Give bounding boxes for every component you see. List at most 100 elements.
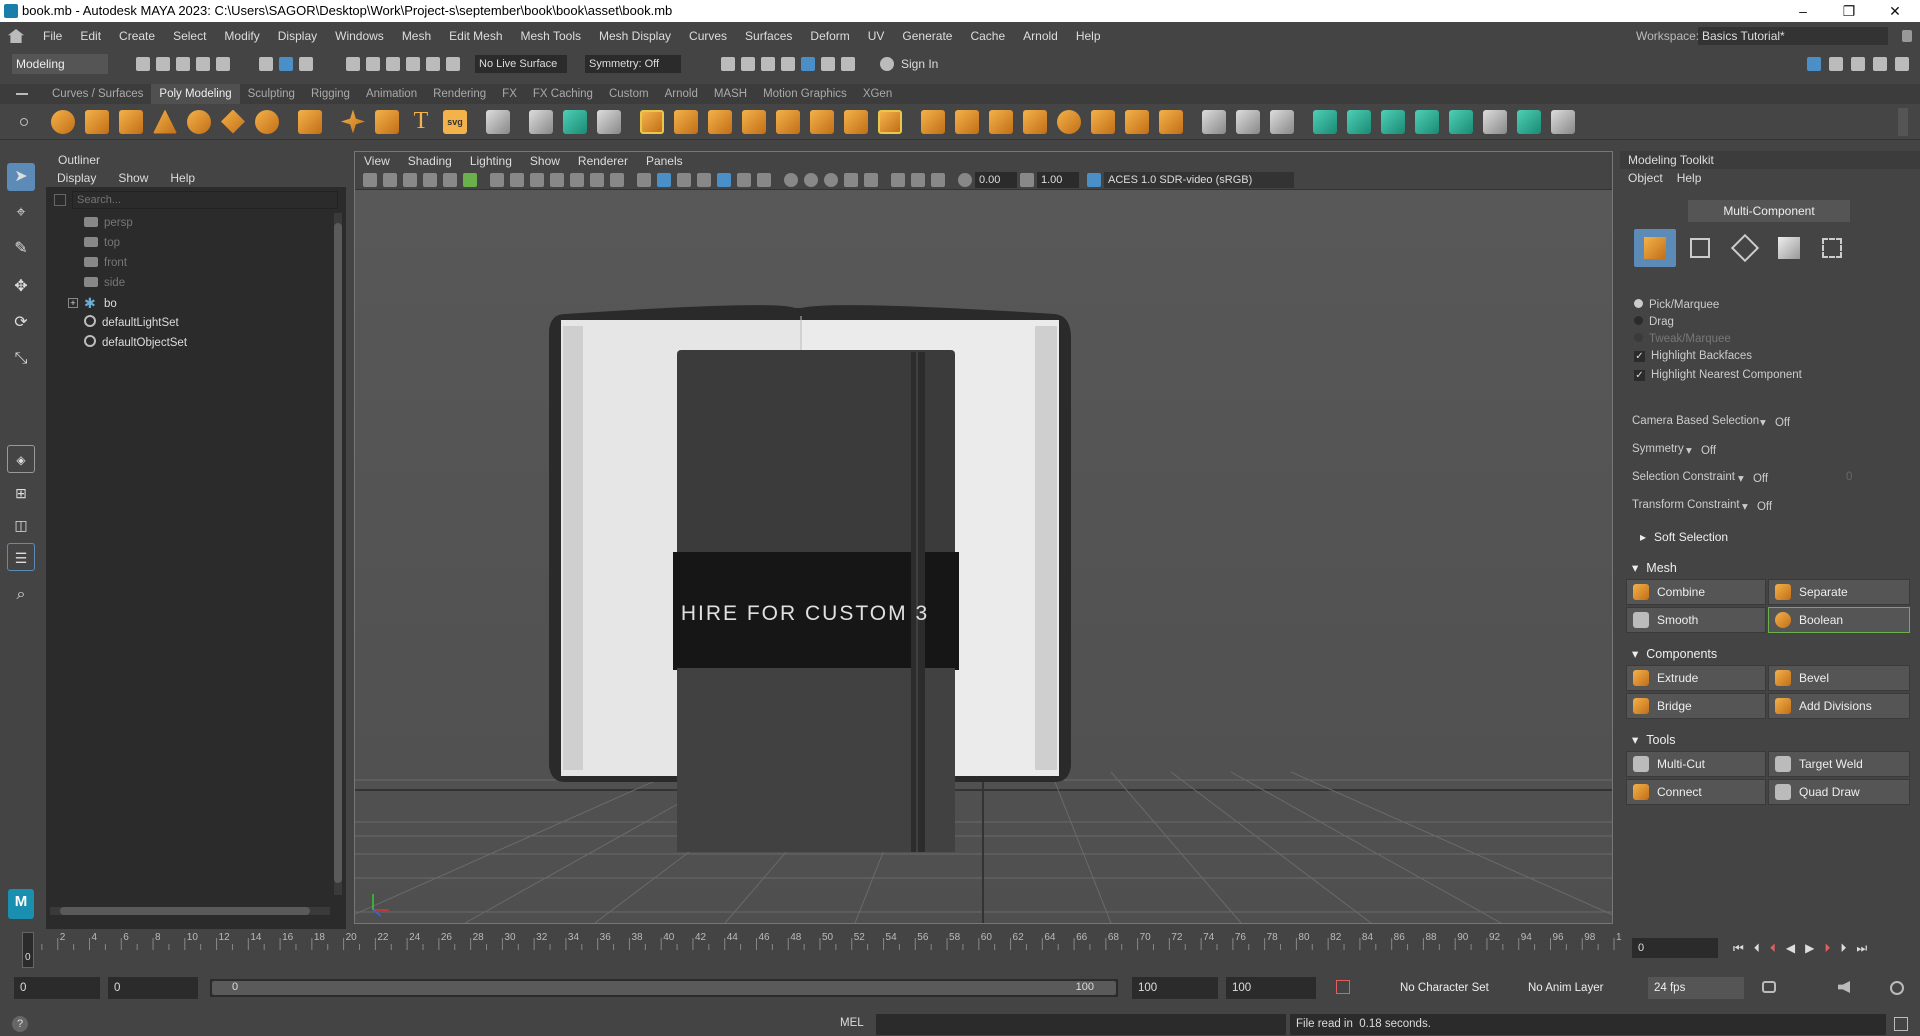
scale-tool-icon[interactable]: ⤡ [7,345,35,373]
isolate-select-icon[interactable] [864,172,878,187]
poly-cone-icon[interactable] [153,109,177,134]
menu-mesh-display[interactable]: Mesh Display [590,22,680,50]
two-view-layout-icon[interactable]: ◫ [7,511,35,539]
anim-layer-dropdown[interactable]: No Anim Layer [1522,977,1638,999]
snap-view-icon[interactable] [406,57,420,71]
poly-svg-icon[interactable]: svg [443,109,467,134]
soft-selection-section[interactable]: ▸ Soft Selection [1640,530,1728,544]
outliner-horizontal-scrollbar[interactable] [50,907,330,915]
uv-editor-icon[interactable] [486,109,510,134]
shelf-settings-icon[interactable] [20,117,28,126]
step-back-frame-icon[interactable]: ⏴ [1770,941,1776,956]
character-set-dropdown[interactable]: No Character Set [1394,977,1514,999]
fill-hole-icon[interactable] [921,109,945,134]
bevel-icon[interactable] [844,109,868,134]
extrude-button[interactable]: Extrude [1626,665,1766,691]
play-backwards-icon[interactable]: ◀ [1786,941,1795,955]
select-hierarchy-icon[interactable] [259,57,273,71]
tab-sculpting[interactable]: Sculpting [240,84,303,104]
filter-icon[interactable] [54,194,66,206]
close-button[interactable]: ✕ [1872,0,1918,22]
outliner-item-top[interactable]: top [46,233,332,253]
camera-based-selection-dropdown[interactable]: ▾ Off [1760,415,1910,429]
selection-constraint-value[interactable]: 0 [1846,471,1852,483]
outliner-layout-icon[interactable]: ☰ [7,543,35,571]
append-polygon-icon[interactable] [955,109,979,134]
new-scene-icon[interactable] [136,57,150,71]
bevel-button[interactable]: Bevel [1768,665,1910,691]
tab-mash[interactable]: MASH [706,84,755,104]
viewport-menu-lighting[interactable]: Lighting [461,152,521,170]
live-surface-field[interactable]: No Live Surface [475,55,567,73]
workspace-dropdown[interactable]: Basics Tutorial* [1698,27,1888,45]
unfold-icon[interactable] [1449,109,1473,134]
bridge-edge-icon[interactable] [989,109,1013,134]
poly-plane-icon[interactable] [221,109,245,134]
auto-key-icon[interactable] [1336,980,1350,994]
add-divisions-icon[interactable] [1091,109,1115,134]
menu-display[interactable]: Display [269,22,326,50]
face-mode-icon[interactable] [1778,237,1800,259]
menu-cache[interactable]: Cache [961,22,1014,50]
poly-disc-icon[interactable] [255,109,279,134]
bookmarks-icon[interactable] [403,172,417,187]
time-slider-ruler[interactable]: 0246810121416182022242628303234363840424… [22,930,1622,970]
viewport-menu-view[interactable]: View [355,152,399,170]
color-space-dropdown[interactable]: ACES 1.0 SDR-video (sRGB) [1104,171,1294,188]
film-gate-icon[interactable] [510,172,524,187]
separate-icon[interactable] [742,109,766,134]
viewport-menu-show[interactable]: Show [521,152,569,170]
viewport-menu-panels[interactable]: Panels [637,152,692,170]
menu-windows[interactable]: Windows [326,22,393,50]
boolean-button[interactable]: Boolean [1768,607,1910,633]
home-icon[interactable] [8,29,24,43]
selection-constraint-dropdown[interactable]: ▾ Off [1738,471,1768,485]
cylindrical-mapping-icon[interactable] [1381,109,1405,134]
snap-point-icon[interactable] [386,57,400,71]
target-weld-button[interactable]: Target Weld [1768,751,1910,777]
insert-edge-loop-icon[interactable] [1236,109,1260,134]
highlight-nearest-checkbox[interactable]: ✓ Highlight Nearest Component [1634,369,1802,381]
sew-uv-icon[interactable] [1551,109,1575,134]
sound-icon[interactable] [1838,981,1850,993]
menu-mesh-tools[interactable]: Mesh Tools [512,22,590,50]
render-settings-icon[interactable] [781,57,795,71]
select-object-icon[interactable] [279,57,293,71]
tab-rendering[interactable]: Rendering [425,84,494,104]
playback-start-field[interactable]: 0 [108,977,198,999]
undo-icon[interactable] [196,57,210,71]
wedge-face-icon[interactable] [1057,109,1081,134]
snap-grid-icon[interactable] [346,57,360,71]
connect-button[interactable]: Connect [1626,779,1766,805]
shadows-icon[interactable] [757,172,771,187]
tab-animation[interactable]: Animation [358,84,425,104]
outliner-search-input[interactable] [72,191,338,209]
wireframe-on-shaded-icon[interactable] [677,172,691,187]
tab-fx[interactable]: FX [494,84,525,104]
quad-draw-button[interactable]: Quad Draw [1768,779,1910,805]
current-frame-field[interactable] [1632,938,1718,958]
menu-arnold[interactable]: Arnold [1014,22,1067,50]
planar-mapping-icon[interactable] [1313,109,1337,134]
modeling-toolkit-icon[interactable] [1895,57,1909,71]
poke-face-icon[interactable] [1023,109,1047,134]
help-icon[interactable]: ? [12,1016,28,1032]
merge-icon[interactable] [1159,109,1183,134]
camera-attributes-icon[interactable] [383,172,397,187]
menu-set-dropdown[interactable]: Modeling [12,54,108,74]
step-forward-key-icon[interactable]: ⏵ [1840,941,1846,956]
open-scene-icon[interactable] [156,57,170,71]
attribute-editor-icon[interactable] [1829,57,1843,71]
snap-surface-icon[interactable] [426,57,440,71]
sweep-mesh-icon[interactable] [375,109,399,134]
xray-active-icon[interactable] [911,172,925,187]
poly-sphere-icon[interactable] [51,109,75,134]
automatic-mapping-icon[interactable] [1347,109,1371,134]
render-view-icon[interactable] [821,57,835,71]
menu-help[interactable]: Help [1067,22,1110,50]
lasso-tool-icon[interactable]: ⌖ [7,199,35,227]
tab-custom[interactable]: Custom [601,84,657,104]
shelf-menu-icon[interactable] [16,93,28,95]
add-divisions-button[interactable]: Add Divisions [1768,693,1910,719]
select-tool-icon[interactable]: ➤ [7,163,35,191]
